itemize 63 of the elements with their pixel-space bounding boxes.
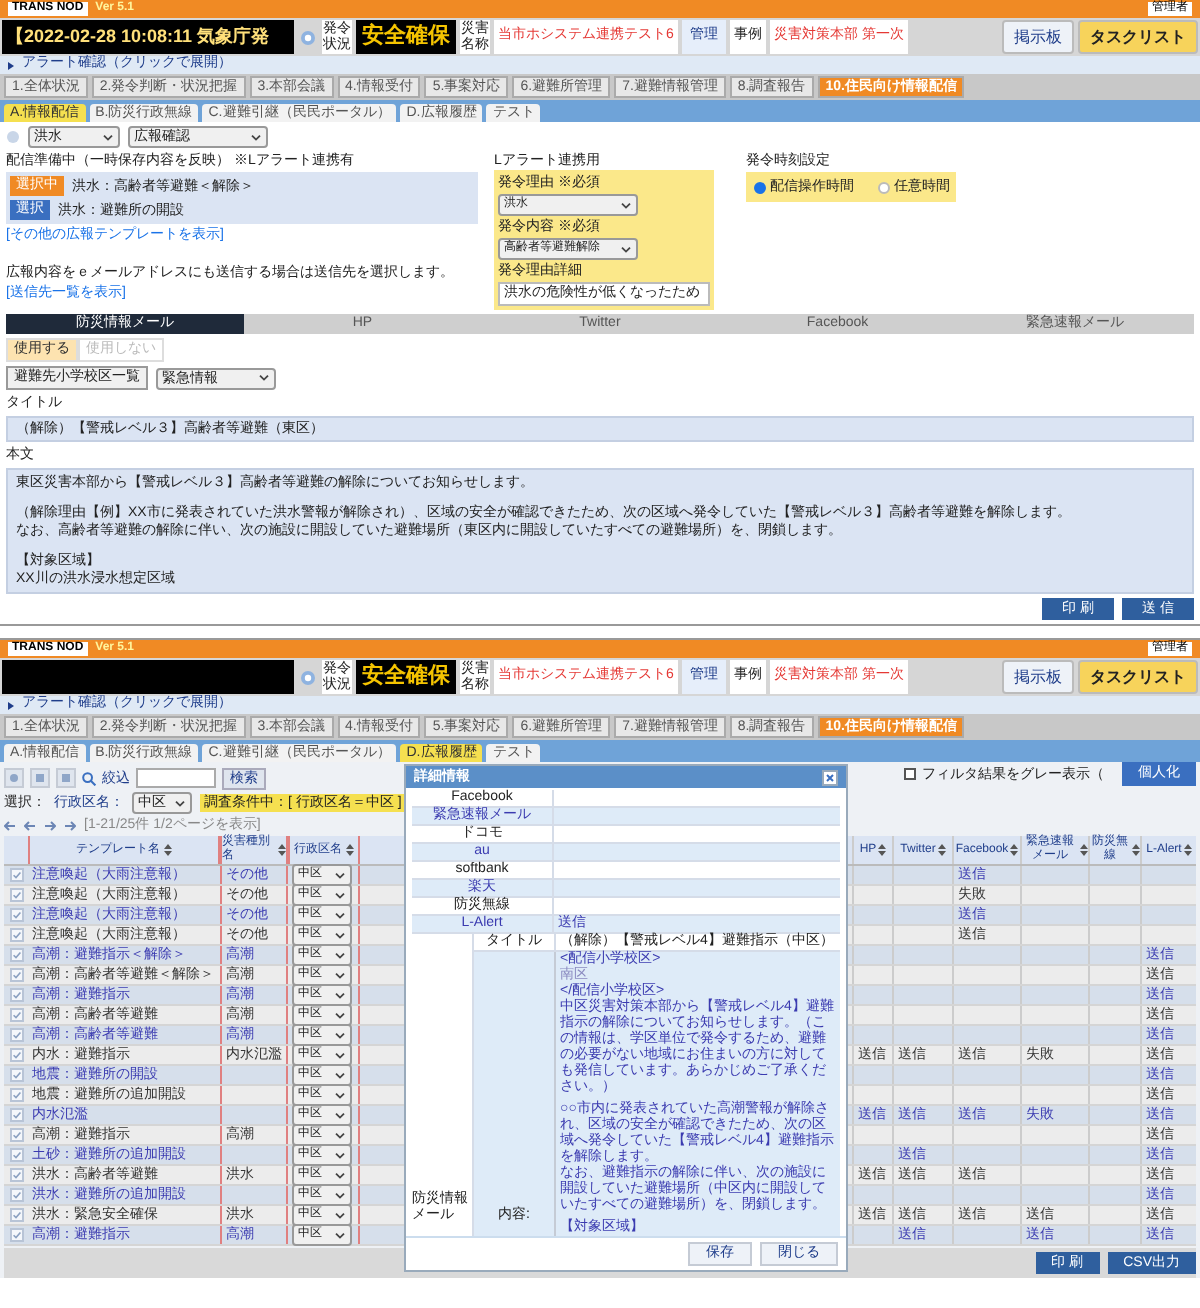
expand-icon <box>8 701 14 709</box>
checkmark-icon[interactable] <box>9 888 23 902</box>
filter-field[interactable] <box>136 768 216 788</box>
arrow-left-icon[interactable] <box>4 819 16 831</box>
checkmark-icon[interactable] <box>9 1128 23 1142</box>
table-cell <box>220 1186 288 1204</box>
chevron-down-icon <box>174 799 186 807</box>
bulletin-board-button[interactable]: 掲示板 <box>1002 20 1074 54</box>
settings-icon[interactable] <box>300 669 316 685</box>
sort-icon <box>1010 844 1019 856</box>
checkmark-icon[interactable] <box>9 868 23 882</box>
sort-icon <box>937 844 946 856</box>
close-button[interactable] <box>822 769 838 785</box>
sort-icon <box>1132 844 1140 856</box>
expand-icon <box>8 61 14 69</box>
circle-icon[interactable] <box>4 768 24 788</box>
checkmark-icon[interactable] <box>9 1228 23 1242</box>
table-cell <box>220 1146 288 1164</box>
sort-icon <box>164 844 172 856</box>
sort-icon <box>1080 844 1088 856</box>
checkmark-icon[interactable] <box>9 1208 23 1222</box>
sort-icon <box>278 844 286 856</box>
radio-button[interactable] <box>754 181 766 193</box>
chevron-down-icon <box>258 374 270 382</box>
checkmark-icon[interactable] <box>9 948 23 962</box>
chevron-down-icon <box>620 201 632 209</box>
arrow-right-icon[interactable] <box>64 819 76 831</box>
checkmark-icon[interactable] <box>9 1188 23 1202</box>
bulletin-board-button[interactable]: 掲示板 <box>1002 660 1074 694</box>
checkmark-icon[interactable] <box>9 1168 23 1182</box>
checkmark-icon[interactable] <box>9 1028 23 1042</box>
checkmark-icon[interactable] <box>9 988 23 1002</box>
settings-icon[interactable] <box>6 130 20 144</box>
checkmark-icon[interactable] <box>9 968 23 982</box>
chevron-down-icon <box>250 133 262 141</box>
arrow-left-icon[interactable] <box>24 819 36 831</box>
arrow-right-icon[interactable] <box>44 819 56 831</box>
task-list-button[interactable]: タスクリスト <box>1078 20 1198 54</box>
status-display: 安全確保 <box>356 660 456 694</box>
chevron-down-icon <box>102 133 114 141</box>
checkmark-icon[interactable] <box>9 1108 23 1122</box>
status-display: 安全確保 <box>356 20 456 54</box>
checkmark-icon[interactable] <box>9 1148 23 1162</box>
sort-icon <box>1183 844 1192 856</box>
checkmark-icon[interactable] <box>9 1048 23 1062</box>
checkmark-icon[interactable] <box>9 928 23 942</box>
checkmark-icon[interactable] <box>9 1008 23 1022</box>
settings-icon[interactable] <box>300 29 316 45</box>
chevron-down-icon <box>620 245 632 253</box>
search-icon <box>82 771 96 785</box>
table-cell <box>220 1066 288 1084</box>
sort-icon <box>878 844 887 856</box>
radio-button[interactable] <box>878 181 890 193</box>
checkmark-icon[interactable] <box>9 1088 23 1102</box>
square-icon[interactable] <box>56 768 76 788</box>
task-list-button[interactable]: タスクリスト <box>1078 660 1198 694</box>
table-cell <box>220 1086 288 1104</box>
table-cell <box>220 1106 288 1124</box>
checkmark-icon[interactable] <box>9 1068 23 1082</box>
checkbox[interactable] <box>904 768 916 780</box>
checkmark-icon[interactable] <box>9 908 23 922</box>
alert-time-display: 【2022-02-28 10:08:11 気象庁発 <box>2 20 294 54</box>
sort-icon <box>346 844 354 856</box>
